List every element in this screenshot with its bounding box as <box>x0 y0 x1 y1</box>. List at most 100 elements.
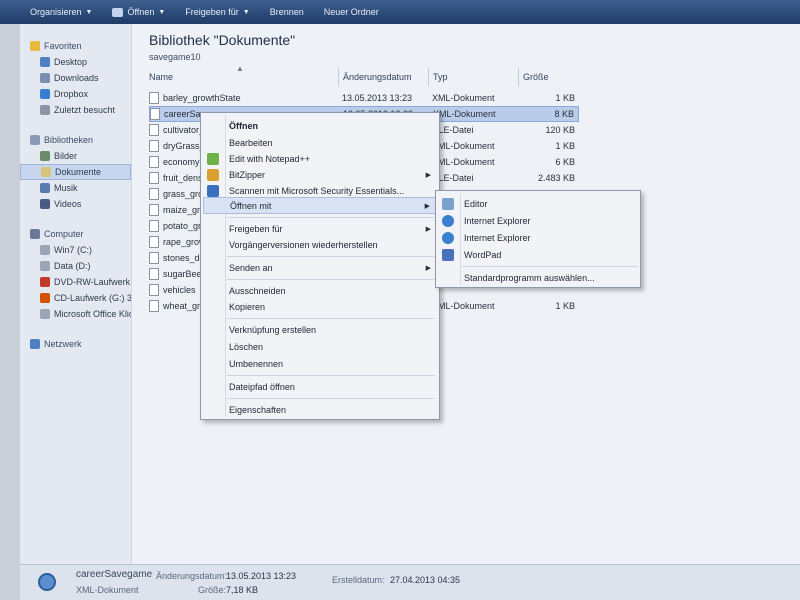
submenu-editor[interactable]: Editor <box>438 195 638 212</box>
nav-network[interactable]: Netzwerk <box>20 336 131 352</box>
menu-open[interactable]: Öffnen <box>203 117 437 134</box>
menu-separator <box>227 375 435 376</box>
file-name: economy <box>163 157 200 167</box>
nav-favorites[interactable]: Favoriten <box>20 38 131 54</box>
menu-delete[interactable]: Löschen <box>203 338 437 355</box>
nav-documents[interactable]: Dokumente <box>20 164 131 180</box>
column-header-size[interactable]: Größe <box>519 68 579 86</box>
toolbar: Organisieren ▼ Öffnen ▼ Freigeben für ▼ … <box>0 0 800 24</box>
nav-office-drive[interactable]: Microsoft Office Klic <box>20 306 131 322</box>
file-name: vehicles <box>163 285 196 295</box>
menu-send-to[interactable]: Senden an ▶ <box>203 259 437 276</box>
new-folder-button[interactable]: Neuer Ordner <box>324 7 379 17</box>
file-row[interactable]: barley_growthState 13.05.2013 13:23 XML-Do… <box>149 90 579 106</box>
nav-recent[interactable]: Zuletzt besucht <box>20 102 131 118</box>
network-icon <box>30 339 40 349</box>
nav-label: Data (D:) <box>54 261 91 271</box>
file-name: sugarBeet <box>163 269 205 279</box>
share-button[interactable]: Freigeben für ▼ <box>185 7 249 17</box>
menu-label: Standardprogramm auswählen... <box>464 272 595 283</box>
size-value: 7,18 KB <box>226 585 259 595</box>
nav-label: Bilder <box>54 151 78 161</box>
nav-cd-drive[interactable]: CD-Laufwerk (G:) 3D <box>20 290 131 306</box>
security-essentials-icon <box>207 184 219 197</box>
column-label: Größe <box>523 72 549 82</box>
file-size: 8 KB <box>554 109 574 119</box>
menu-label: Umbenennen <box>229 358 284 369</box>
nav-drive-c[interactable]: Win7 (C:) <box>20 242 131 258</box>
column-header-type[interactable]: Typ <box>429 68 519 86</box>
nav-label: Musik <box>54 183 78 193</box>
modified-label: Änderungsdatum: <box>156 571 228 581</box>
file-size: 1 KB <box>555 93 575 103</box>
nav-downloads[interactable]: Downloads <box>20 70 131 86</box>
open-button[interactable]: Öffnen ▼ <box>112 7 165 17</box>
menu-label: Öffnen mit <box>230 200 272 211</box>
file-icon <box>149 220 159 232</box>
nav-computer[interactable]: Computer <box>20 226 131 242</box>
nav-drive-d[interactable]: Data (D:) <box>20 258 131 274</box>
organize-label: Organisieren <box>30 7 82 17</box>
file-size: 120 KB <box>545 125 575 135</box>
submenu-choose-default[interactable]: Standardprogramm auswählen... <box>438 269 638 286</box>
notepad-icon <box>442 197 454 210</box>
menu-label: Editor <box>464 198 488 209</box>
file-icon <box>149 124 159 136</box>
nav-desktop[interactable]: Desktop <box>20 54 131 70</box>
submenu-wordpad[interactable]: WordPad <box>438 246 638 263</box>
nav-music[interactable]: Musik <box>20 180 131 196</box>
file-type: XML-Dokument <box>433 109 496 119</box>
file-name: barley_growthState <box>163 93 241 103</box>
drive-icon <box>40 261 50 271</box>
submenu-internet-explorer-1[interactable]: Internet Explorer <box>438 212 638 229</box>
menu-open-with[interactable]: Öffnen mit ▶ <box>203 197 437 214</box>
menu-bitzipper[interactable]: BitZipper ▶ <box>203 166 437 183</box>
burn-button[interactable]: Brennen <box>270 7 304 17</box>
nav-label: Zuletzt besucht <box>54 105 116 115</box>
menu-edit[interactable]: Bearbeiten <box>203 134 437 151</box>
file-icon <box>149 252 159 264</box>
new-folder-label: Neuer Ordner <box>323 7 379 17</box>
submenu-arrow-icon: ▶ <box>425 171 431 179</box>
menu-rename[interactable]: Umbenennen <box>203 355 437 372</box>
organize-button[interactable]: Organisieren ▼ <box>30 7 92 17</box>
file-size: 1 KB <box>555 301 575 311</box>
dropbox-icon <box>40 89 50 99</box>
submenu-arrow-icon: ▶ <box>425 225 431 233</box>
share-label: Freigeben für <box>185 7 239 17</box>
menu-open-file-location[interactable]: Dateipfad öffnen <box>203 378 437 395</box>
menu-label: BitZipper <box>229 169 266 180</box>
submenu-internet-explorer-2[interactable]: Internet Explorer <box>438 229 638 246</box>
column-header-name[interactable]: Name <box>145 68 339 86</box>
nav-libraries[interactable]: Bibliotheken <box>20 132 131 148</box>
menu-cut[interactable]: Ausschneiden <box>203 282 437 299</box>
column-header-date[interactable]: Änderungsdatum <box>339 68 429 86</box>
details-pane: careerSavegame XML-Dokument Änderungsdat… <box>20 564 800 600</box>
menu-separator <box>227 217 435 218</box>
menu-notepad[interactable]: Edit with Notepad++ <box>203 150 437 167</box>
nav-dvd-drive[interactable]: DVD-RW-Laufwerk (I <box>20 274 131 290</box>
cd-drive-icon <box>40 293 50 303</box>
open-label: Öffnen <box>127 7 155 17</box>
wordpad-icon <box>442 248 454 261</box>
menu-label: WordPad <box>464 249 502 260</box>
nav-videos[interactable]: Videos <box>20 196 131 212</box>
file-name: fruit_dens <box>163 173 203 183</box>
status-filetype: XML-Dokument <box>76 585 139 595</box>
nav-label: Downloads <box>54 73 99 83</box>
status-filename: careerSavegame <box>76 569 153 580</box>
file-date: 13.05.2013 13:23 <box>342 93 413 103</box>
menu-create-shortcut[interactable]: Verknüpfung erstellen <box>203 321 437 338</box>
libraries-icon <box>30 135 40 145</box>
nav-label: Computer <box>44 229 84 239</box>
nav-dropbox[interactable]: Dropbox <box>20 86 131 102</box>
menu-copy[interactable]: Kopieren <box>203 298 437 315</box>
menu-properties[interactable]: Eigenschaften <box>203 401 437 418</box>
dvd-drive-icon <box>40 277 50 287</box>
menu-share[interactable]: Freigeben für ▶ <box>203 220 437 237</box>
file-type-icon <box>38 573 56 591</box>
menu-label: Freigeben für <box>229 223 283 234</box>
file-name: wheat_gro <box>163 301 206 311</box>
nav-pictures[interactable]: Bilder <box>20 148 131 164</box>
menu-previous-versions[interactable]: Vorgängerversionen wiederherstellen <box>203 236 437 253</box>
